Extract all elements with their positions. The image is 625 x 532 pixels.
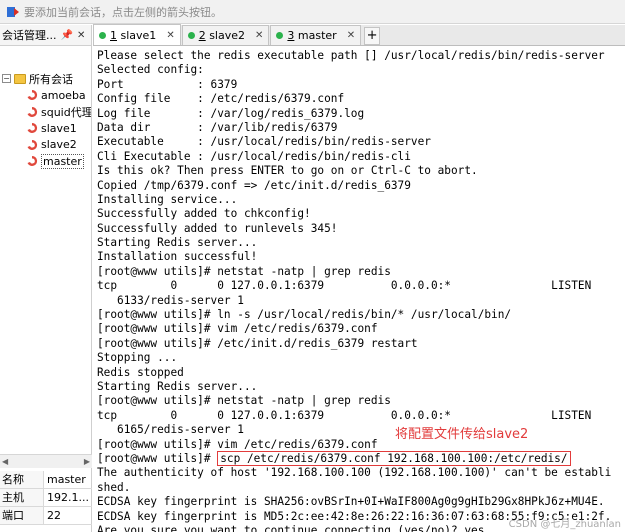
terminal-line: Log file : /var/log/redis_6379.log [97, 106, 365, 120]
terminal-lines: Please select the redis executable path … [97, 49, 625, 452]
shell-prompt: [root@www utils]# [97, 451, 218, 465]
terminal-line: [root@www utils]# vim /etc/redis/6379.co… [97, 322, 378, 336]
terminal-line: The authenticity of host '192.168.100.10… [97, 466, 612, 480]
annotation-text: 将配置文件传给slave2 [395, 427, 529, 442]
close-tab-icon[interactable]: ✕ [347, 30, 355, 41]
property-value: master [47, 473, 86, 486]
property-row[interactable]: 名称 master [0, 471, 92, 489]
property-row[interactable]: 端口 22 [0, 507, 92, 525]
terminal-line: Copied /tmp/6379.conf => /etc/init.d/red… [97, 178, 411, 192]
tab-label: slave1 [120, 28, 157, 42]
terminal-line: Please select the redis executable path … [97, 49, 605, 62]
terminal-line: shed. [97, 480, 131, 494]
connected-status-icon [276, 32, 284, 39]
terminal-line-scp: [root@www utils]# scp /etc/redis/6379.co… [97, 450, 625, 466]
session-swirl-icon [27, 156, 38, 167]
property-key: 名称 [0, 471, 44, 488]
scroll-left-icon[interactable]: ◀ [2, 457, 8, 466]
scroll-right-icon[interactable]: ▶ [84, 457, 90, 466]
tab-number: 3 [287, 29, 295, 42]
terminal-line: Stopping ... [97, 351, 178, 365]
property-value: 192.1... [47, 491, 89, 504]
tree-item-squid[interactable]: squid代理 [0, 104, 91, 121]
terminal-line: Installing service... [97, 192, 238, 206]
property-grid: 名称 master 主机 192.1... 端口 22 [0, 471, 92, 525]
tab-master[interactable]: 3 master ✕ [270, 25, 362, 45]
tree-item-label: master [41, 153, 84, 169]
terminal-line: [root@www utils]# netstat -natp | grep r… [97, 264, 391, 278]
tab-slave2[interactable]: 2 slave2 ✕ [181, 25, 270, 45]
session-swirl-icon [27, 123, 38, 134]
tree-item-slave1[interactable]: slave1 [0, 120, 91, 137]
terminal-line: 6133/redis-server 1 [97, 293, 244, 307]
tree-item-label: slave2 [41, 138, 77, 152]
tree-root-label: 所有会话 [29, 72, 73, 86]
pin-icon[interactable]: 📌 [61, 30, 73, 41]
tab-label: slave2 [209, 29, 246, 42]
terminal-line: Cli Executable : /usr/local/redis/bin/re… [97, 149, 411, 163]
terminal-line: Is this ok? Then press ENTER to go on or… [97, 164, 478, 178]
terminal-line: Executable : /usr/local/redis/bin/redis-… [97, 135, 431, 149]
property-row[interactable]: 主机 192.1... [0, 489, 92, 507]
terminal-line: [root@www utils]# vim /etc/redis/6379.co… [97, 437, 378, 451]
tree-item-amoeba[interactable]: amoeba [0, 87, 91, 104]
folder-icon [14, 73, 26, 84]
scp-command-highlight: scp /etc/redis/6379.conf 192.168.100.100… [217, 450, 571, 466]
tab-label: master [297, 29, 337, 42]
terminal-line: Config file : /etc/redis/6379.conf [97, 92, 345, 106]
tree-item-label: amoeba [41, 88, 86, 102]
session-hint-bar: 要添加当前会话，点击左侧的箭头按钮。 [0, 0, 625, 24]
tree-item-label: squid代理 [41, 105, 92, 119]
watermark: CSDN @七月_zhuanlan [508, 519, 621, 530]
tree-item-label: slave1 [41, 121, 77, 135]
session-swirl-icon [27, 139, 38, 150]
session-tab-bar: 1 slave1 ✕ 2 slave2 ✕ 3 master ✕ + [93, 24, 625, 46]
terminal-line: tcp 0 0 127.0.0.1:6379 0.0.0.0:* LISTEN [97, 408, 592, 422]
terminal-line: Redis stopped [97, 365, 184, 379]
tab-number: 2 [198, 29, 206, 42]
add-tab-button[interactable]: + [364, 27, 381, 45]
add-session-arrow-icon[interactable] [6, 5, 20, 19]
terminal-output[interactable]: Please select the redis executable path … [93, 47, 625, 532]
session-panel-title: 会话管理... [2, 29, 57, 42]
tree-item-master[interactable]: master [0, 153, 91, 170]
terminal-line: Data dir : /var/lib/redis/6379 [97, 120, 338, 134]
close-tab-icon[interactable]: ✕ [166, 30, 174, 41]
terminal-line: [root@www utils]# ln -s /usr/local/redis… [97, 308, 512, 322]
property-key: 端口 [0, 507, 44, 524]
terminal-line: Successfully added to chkconfig! [97, 207, 311, 221]
terminal-line: [root@www utils]# /etc/init.d/redis_6379… [97, 336, 418, 350]
terminal-line: tcp 0 0 127.0.0.1:6379 0.0.0.0:* LISTEN [97, 279, 592, 293]
close-panel-icon[interactable]: ✕ [77, 30, 85, 41]
property-scrollbar[interactable]: ◀ ▶ [0, 454, 92, 468]
terminal-line: Successfully added to runlevels 345! [97, 221, 338, 235]
connected-status-icon [187, 32, 195, 39]
hint-text: 要添加当前会话，点击左侧的箭头按钮。 [24, 5, 222, 19]
session-swirl-icon [27, 90, 38, 101]
terminal-line: Port : 6379 [97, 77, 238, 91]
tree-item-slave2[interactable]: slave2 [0, 137, 91, 154]
tree-collapse-icon[interactable]: − [2, 74, 11, 83]
terminal-line: ECDSA key fingerprint is SHA256:ovBSrIn+… [97, 495, 605, 509]
connected-status-icon [99, 31, 106, 39]
terminal-line: Selected config: [97, 63, 204, 77]
close-tab-icon[interactable]: ✕ [255, 30, 263, 41]
terminal-line: Starting Redis server... [97, 379, 258, 393]
session-swirl-icon [27, 106, 38, 117]
terminal-line: Installation successful! [97, 250, 258, 264]
property-key: 主机 [0, 489, 44, 506]
property-value: 22 [47, 509, 61, 522]
tree-root-all-sessions[interactable]: − 所有会话 [0, 70, 91, 87]
terminal-line: Starting Redis server... [97, 236, 258, 250]
session-panel-header: 会话管理... 📌 ✕ [0, 25, 91, 46]
terminal-line: 6165/redis-server 1 [97, 423, 244, 437]
tab-slave1[interactable]: 1 slave1 ✕ [93, 24, 181, 45]
tab-number: 1 [110, 28, 117, 42]
session-tree: − 所有会话 amoeba squid代理 slave1 slave2 mast… [0, 46, 91, 170]
terminal-line: [root@www utils]# netstat -natp | grep r… [97, 394, 391, 408]
